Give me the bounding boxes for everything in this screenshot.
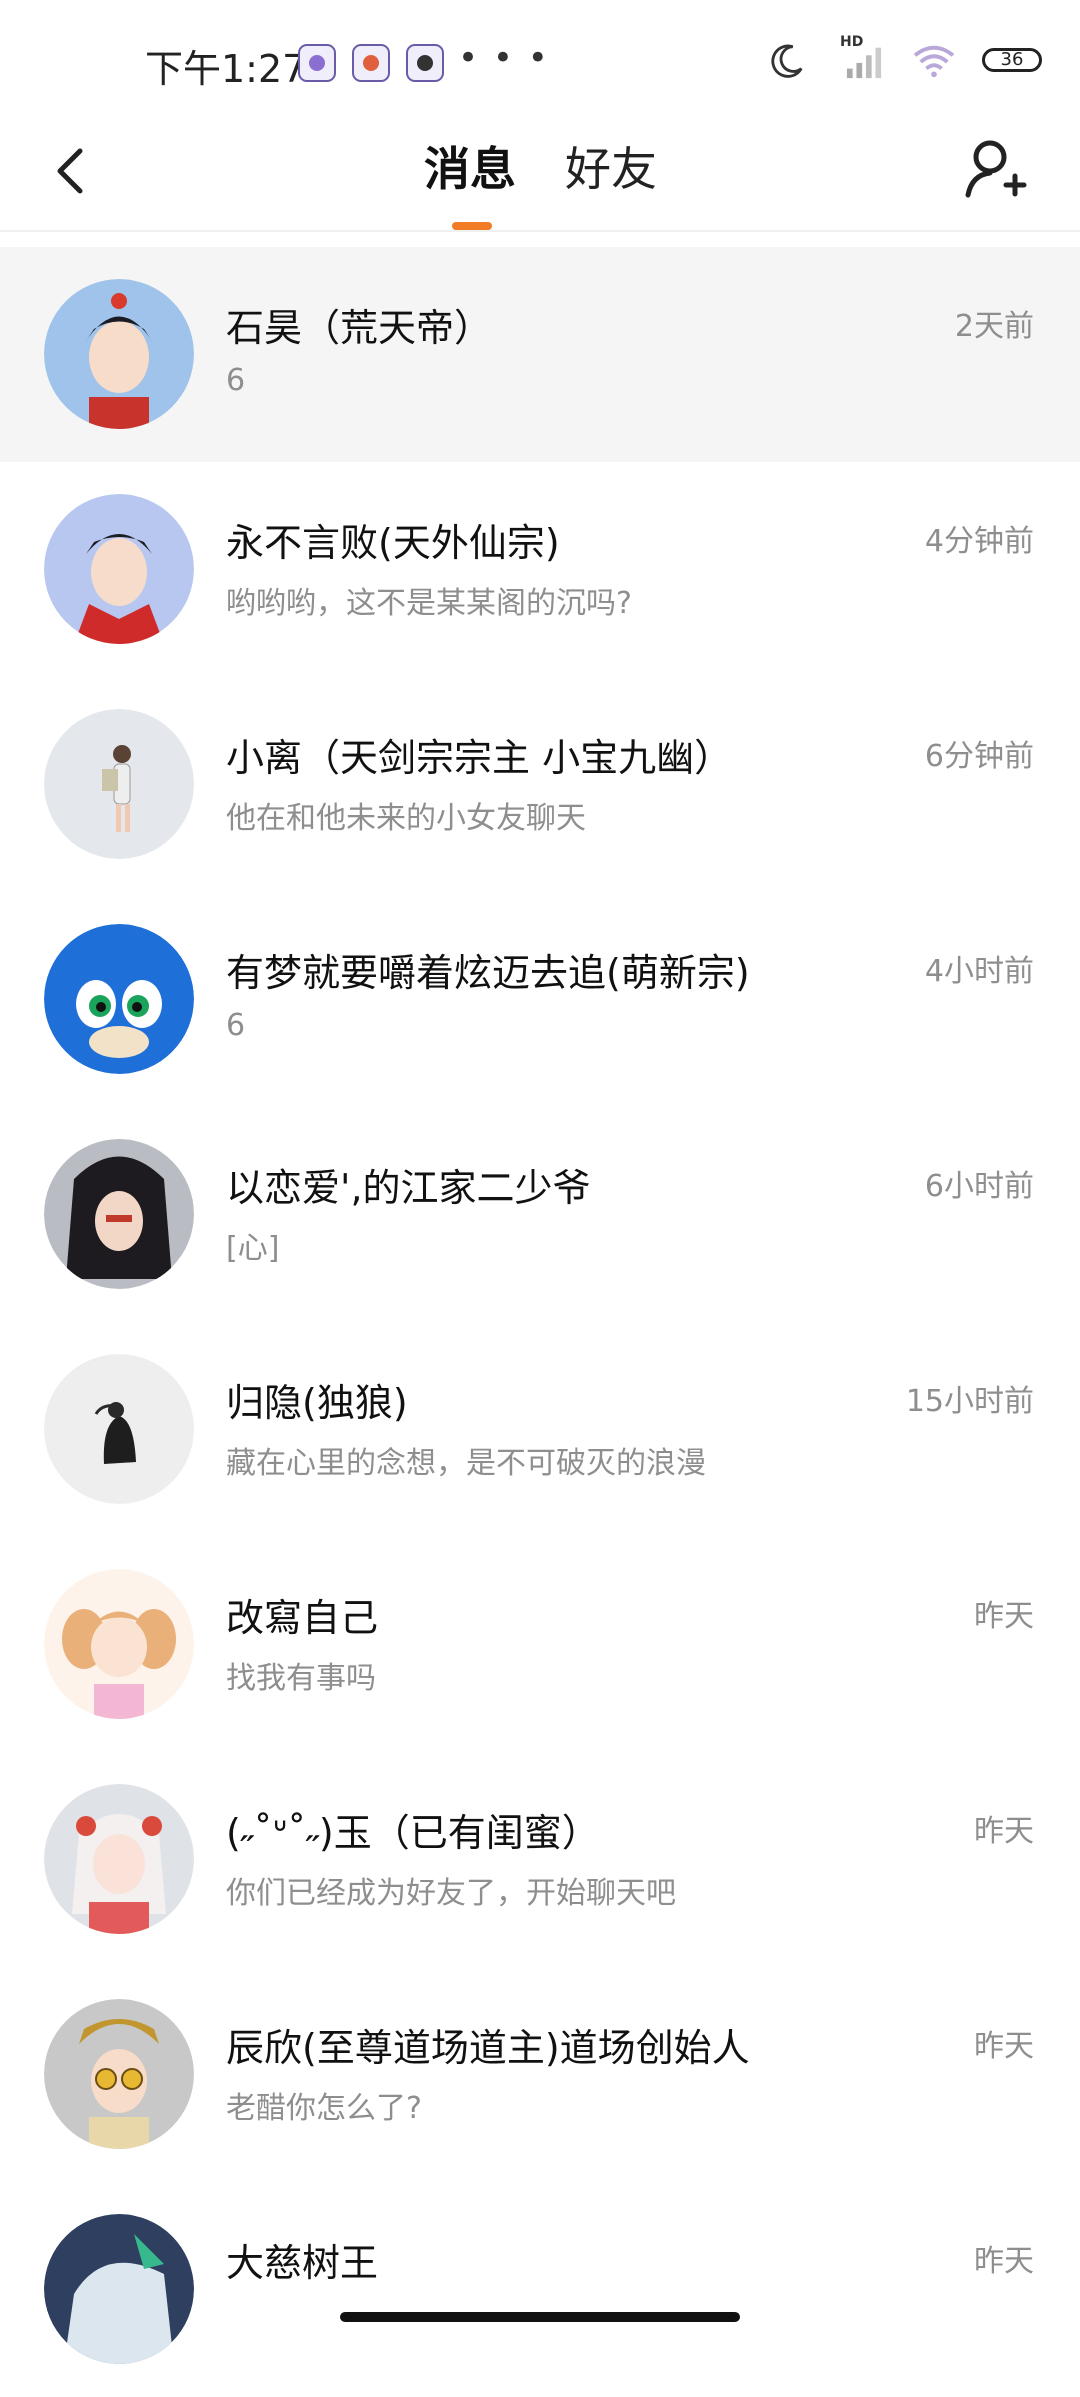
contact-name: 有梦就要嚼着炫迈去追(萌新宗) bbox=[226, 951, 750, 995]
avatar[interactable] bbox=[44, 1354, 194, 1504]
conversation-list: 石昊（荒天帝） 6 2天前 永不言败(天外仙宗) 哟哟哟，这不是某某阁的沉吗? … bbox=[0, 247, 1080, 2397]
status-bar: 下午1:27 • • • HD 36 bbox=[0, 0, 1080, 125]
message-time: 4分钟前 bbox=[924, 524, 1034, 559]
back-button[interactable] bbox=[44, 141, 104, 201]
conversation-row[interactable]: (˶˚ᐡ˚˶)玉（已有闺蜜） 你们已经成为好友了，开始聊天吧 昨天 bbox=[0, 1752, 1080, 1967]
tiktok-app-icon bbox=[406, 44, 444, 82]
home-indicator[interactable] bbox=[340, 2312, 740, 2322]
message-preview: 找我有事吗 bbox=[226, 1661, 376, 1696]
contact-name: 小离（天剑宗宗主 小宝九幽） bbox=[226, 736, 733, 780]
status-time: 下午1:27 bbox=[145, 47, 307, 91]
wifi-icon bbox=[913, 45, 955, 78]
message-preview: 他在和他未来的小女友聊天 bbox=[226, 801, 586, 836]
message-time: 6小时前 bbox=[924, 1169, 1034, 1204]
message-preview: 哟哟哟，这不是某某阁的沉吗? bbox=[226, 586, 632, 621]
avatar[interactable] bbox=[44, 1999, 194, 2149]
message-preview: [心] bbox=[226, 1231, 280, 1266]
conversation-row[interactable]: 永不言败(天外仙宗) 哟哟哟，这不是某某阁的沉吗? 4分钟前 bbox=[0, 462, 1080, 677]
status-indicators: HD 36 bbox=[760, 34, 1080, 85]
message-time: 昨天 bbox=[974, 2244, 1034, 2279]
avatar[interactable] bbox=[44, 2214, 194, 2364]
chat-app-icon bbox=[298, 44, 336, 82]
avatar[interactable] bbox=[44, 494, 194, 644]
contact-name: (˶˚ᐡ˚˶)玉（已有闺蜜） bbox=[226, 1811, 600, 1855]
avatar[interactable] bbox=[44, 924, 194, 1074]
tab-messages[interactable]: 消息 bbox=[424, 133, 516, 199]
conversation-row[interactable]: 有梦就要嚼着炫迈去追(萌新宗) 6 4小时前 bbox=[0, 892, 1080, 1107]
message-time: 昨天 bbox=[974, 1814, 1034, 1849]
signal-icon bbox=[846, 47, 882, 79]
contact-name: 改寫自己 bbox=[226, 1596, 379, 1640]
conversation-row[interactable]: 归隐(独狼) 藏在心里的念想，是不可破灭的浪漫 15小时前 bbox=[0, 1322, 1080, 1537]
notification-icons bbox=[298, 44, 444, 82]
avatar[interactable] bbox=[44, 1139, 194, 1289]
contact-name: 大慈树王 bbox=[226, 2241, 379, 2285]
do-not-disturb-icon bbox=[771, 44, 803, 78]
contact-name: 以恋爱',的江家二少爷 bbox=[226, 1166, 591, 1210]
conversation-row[interactable]: 辰欣(至尊道场道主)道场创始人 老醋你怎么了? 昨天 bbox=[0, 1967, 1080, 2182]
avatar[interactable] bbox=[44, 709, 194, 859]
contact-name: 永不言败(天外仙宗) bbox=[226, 521, 560, 565]
conversation-row[interactable]: 石昊（荒天帝） 6 2天前 bbox=[0, 247, 1080, 462]
avatar[interactable] bbox=[44, 279, 194, 429]
message-time: 6分钟前 bbox=[924, 739, 1034, 774]
message-preview: 藏在心里的念想，是不可破灭的浪漫 bbox=[226, 1446, 706, 1481]
contact-name: 辰欣(至尊道场道主)道场创始人 bbox=[226, 2026, 750, 2070]
active-tab-indicator bbox=[452, 222, 492, 230]
contact-name: 石昊（荒天帝） bbox=[226, 306, 493, 350]
add-friend-icon[interactable] bbox=[960, 135, 1030, 205]
conversation-row[interactable]: 大慈树王 昨天 bbox=[0, 2182, 1080, 2397]
message-preview: 6 bbox=[226, 1008, 246, 1043]
message-time: 2天前 bbox=[954, 309, 1034, 344]
message-time: 15小时前 bbox=[905, 1384, 1034, 1419]
more-notifications-icon: • • • bbox=[458, 38, 550, 78]
message-preview: 6 bbox=[226, 363, 246, 398]
header-divider bbox=[0, 230, 1080, 232]
tab-friends[interactable]: 好友 bbox=[565, 133, 657, 199]
top-bar: 消息 好友 bbox=[0, 125, 1080, 230]
message-time: 昨天 bbox=[974, 1599, 1034, 1634]
avatar[interactable] bbox=[44, 1569, 194, 1719]
message-preview: 你们已经成为好友了，开始聊天吧 bbox=[226, 1876, 676, 1911]
battery-indicator: 36 bbox=[982, 48, 1042, 72]
message-time: 昨天 bbox=[974, 2029, 1034, 2064]
message-time: 4小时前 bbox=[924, 954, 1034, 989]
game-app-icon bbox=[352, 44, 390, 82]
avatar[interactable] bbox=[44, 1784, 194, 1934]
message-preview: 老醋你怎么了? bbox=[226, 2091, 422, 2126]
conversation-row[interactable]: 以恋爱',的江家二少爷 [心] 6小时前 bbox=[0, 1107, 1080, 1322]
conversation-row[interactable]: 小离（天剑宗宗主 小宝九幽） 他在和他未来的小女友聊天 6分钟前 bbox=[0, 677, 1080, 892]
conversation-row[interactable]: 改寫自己 找我有事吗 昨天 bbox=[0, 1537, 1080, 1752]
contact-name: 归隐(独狼) bbox=[226, 1381, 408, 1425]
